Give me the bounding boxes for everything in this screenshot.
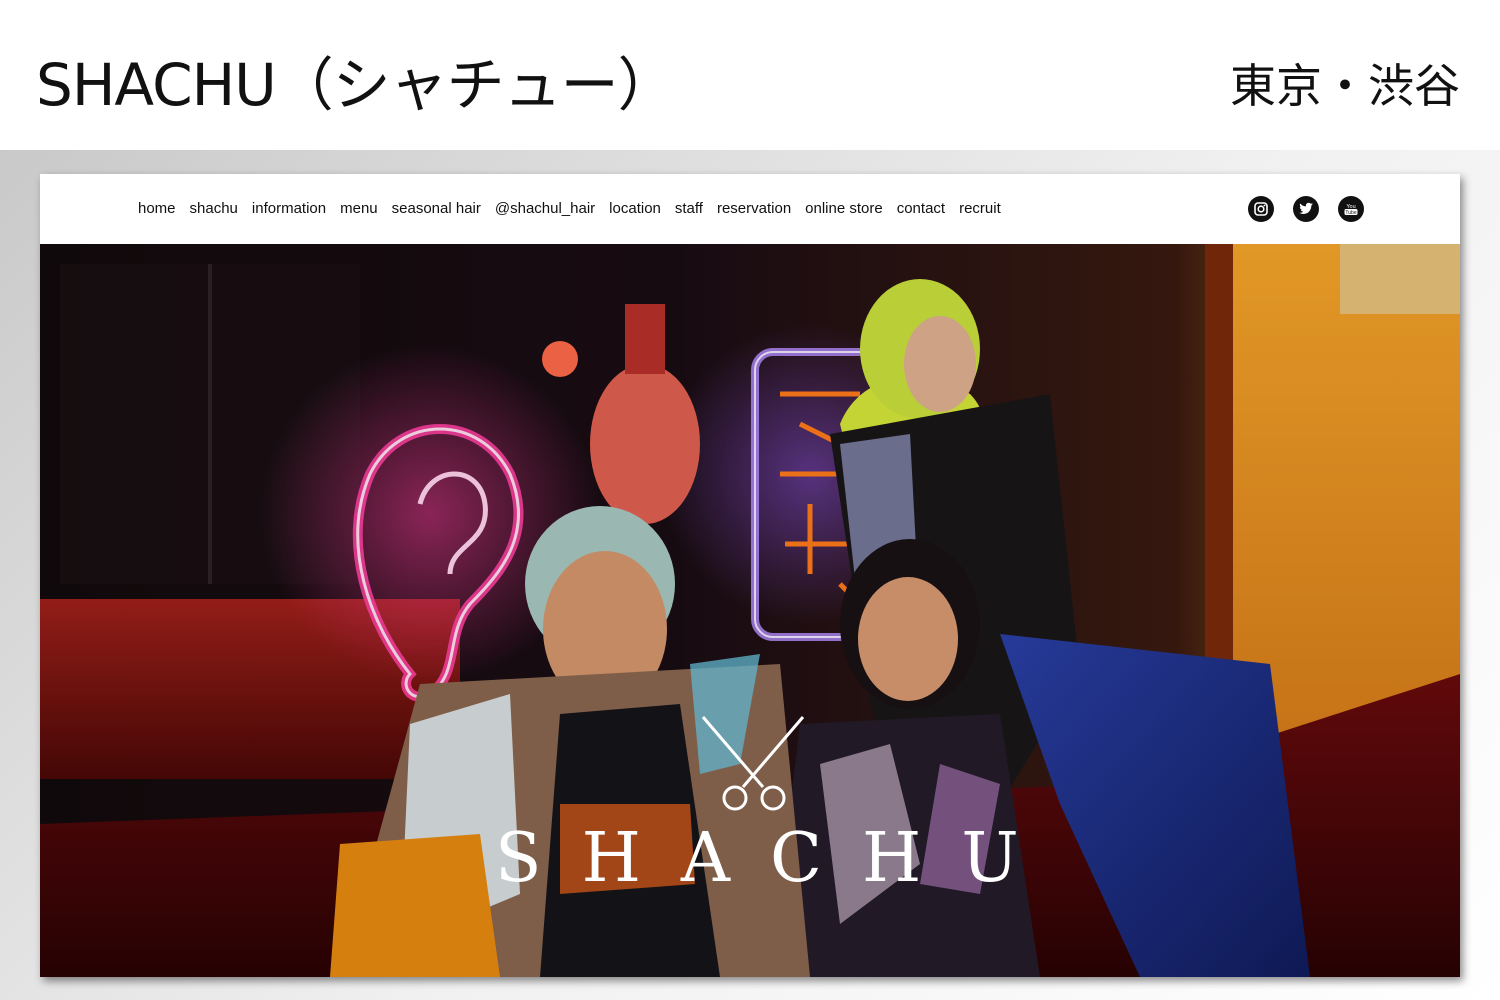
nav-item-instagram-handle[interactable]: @shachul_hair [495, 200, 595, 217]
site-navigation: home shachu information menu seasonal ha… [40, 174, 1460, 244]
nav-menu: home shachu information menu seasonal ha… [138, 200, 1001, 217]
instagram-icon[interactable] [1248, 196, 1274, 222]
website-frame: home shachu information menu seasonal ha… [40, 174, 1460, 977]
hero-image: SHACHU [40, 244, 1460, 977]
youtube-icon-text-bottom: Tube [1345, 210, 1356, 216]
salon-location: 東京・渋谷 [1230, 59, 1460, 113]
nav-item-staff[interactable]: staff [675, 200, 703, 217]
nav-item-recruit[interactable]: recruit [959, 200, 1001, 217]
nav-item-seasonal-hair[interactable]: seasonal hair [392, 200, 481, 217]
salon-title: SHACHU（シャチュー） [36, 51, 676, 119]
caption-band: SHACHU（シャチュー） 東京・渋谷 [0, 0, 1500, 150]
nav-item-menu[interactable]: menu [340, 200, 378, 217]
twitter-icon[interactable] [1293, 196, 1319, 222]
nav-item-reservation[interactable]: reservation [717, 200, 791, 217]
social-links: You Tube [1248, 196, 1364, 222]
nav-item-shachu[interactable]: shachu [190, 200, 238, 217]
hero-brand-logo: SHACHU [495, 819, 1059, 898]
nav-item-contact[interactable]: contact [897, 200, 945, 217]
nav-item-information[interactable]: information [252, 200, 326, 217]
scissors-logo-icon [701, 716, 805, 811]
nav-item-online-store[interactable]: online store [805, 200, 883, 217]
youtube-icon[interactable]: You Tube [1338, 196, 1364, 222]
nav-item-home[interactable]: home [138, 200, 176, 217]
nav-item-location[interactable]: location [609, 200, 661, 217]
